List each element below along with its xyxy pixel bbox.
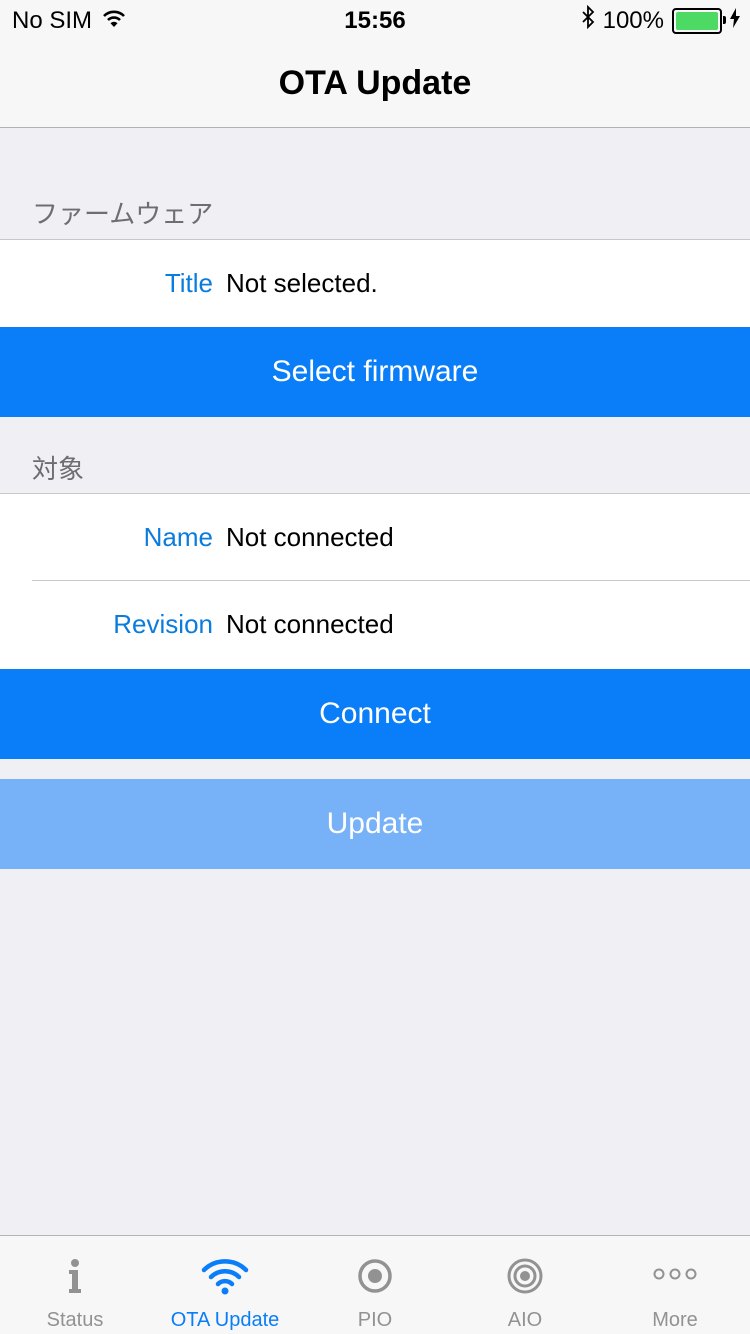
- battery-percent: 100%: [602, 6, 664, 34]
- target-revision-row: Revision Not connected: [0, 581, 750, 668]
- target-revision-label: Revision: [113, 609, 213, 639]
- target-name-value: Not connected: [226, 522, 394, 552]
- tab-more-label: More: [652, 1309, 698, 1331]
- tab-status[interactable]: Status: [0, 1236, 150, 1334]
- tab-more[interactable]: More: [600, 1236, 750, 1334]
- double-target-icon: [450, 1256, 600, 1296]
- target-revision-value: Not connected: [226, 609, 394, 639]
- tab-status-label: Status: [46, 1309, 104, 1331]
- tab-aio-label: AIO: [507, 1309, 543, 1331]
- tab-pio[interactable]: PIO: [300, 1236, 450, 1334]
- more-icon: [600, 1256, 750, 1296]
- bluetooth-icon: [581, 4, 595, 36]
- target-name-label: Name: [143, 522, 213, 552]
- tab-pio-label: PIO: [357, 1309, 393, 1331]
- tab-aio[interactable]: AIO: [450, 1236, 600, 1334]
- update-button[interactable]: Update: [0, 779, 750, 869]
- status-bar: No SIM 15:56 100%: [0, 0, 750, 40]
- battery-icon: [672, 7, 726, 34]
- firmware-title-value: Not selected.: [226, 268, 378, 298]
- firmware-title-row: Title Not selected.: [0, 240, 750, 327]
- tab-ota-update-label: OTA Update: [170, 1309, 280, 1331]
- info-icon: [0, 1256, 150, 1296]
- charging-icon: [730, 7, 740, 35]
- tab-ota-update[interactable]: OTA Update: [150, 1236, 300, 1334]
- tab-bar: Status OTA Update PIO AIO More: [0, 1235, 750, 1334]
- page-title: OTA Update: [278, 64, 472, 102]
- target-name-row: Name Not connected: [0, 494, 750, 581]
- target-section-header: 対象: [32, 454, 85, 484]
- connect-button[interactable]: Connect: [0, 669, 750, 759]
- wifi-icon: [150, 1256, 300, 1296]
- target-cell-group: Name Not connected Revision Not connecte…: [0, 493, 750, 669]
- navigation-bar: OTA Update: [0, 40, 750, 128]
- select-firmware-button[interactable]: Select firmware: [0, 327, 750, 417]
- firmware-section-header: ファームウェア: [32, 199, 214, 229]
- target-icon: [300, 1256, 450, 1296]
- firmware-title-label: Title: [164, 268, 213, 298]
- firmware-cell-group: Title Not selected.: [0, 239, 750, 327]
